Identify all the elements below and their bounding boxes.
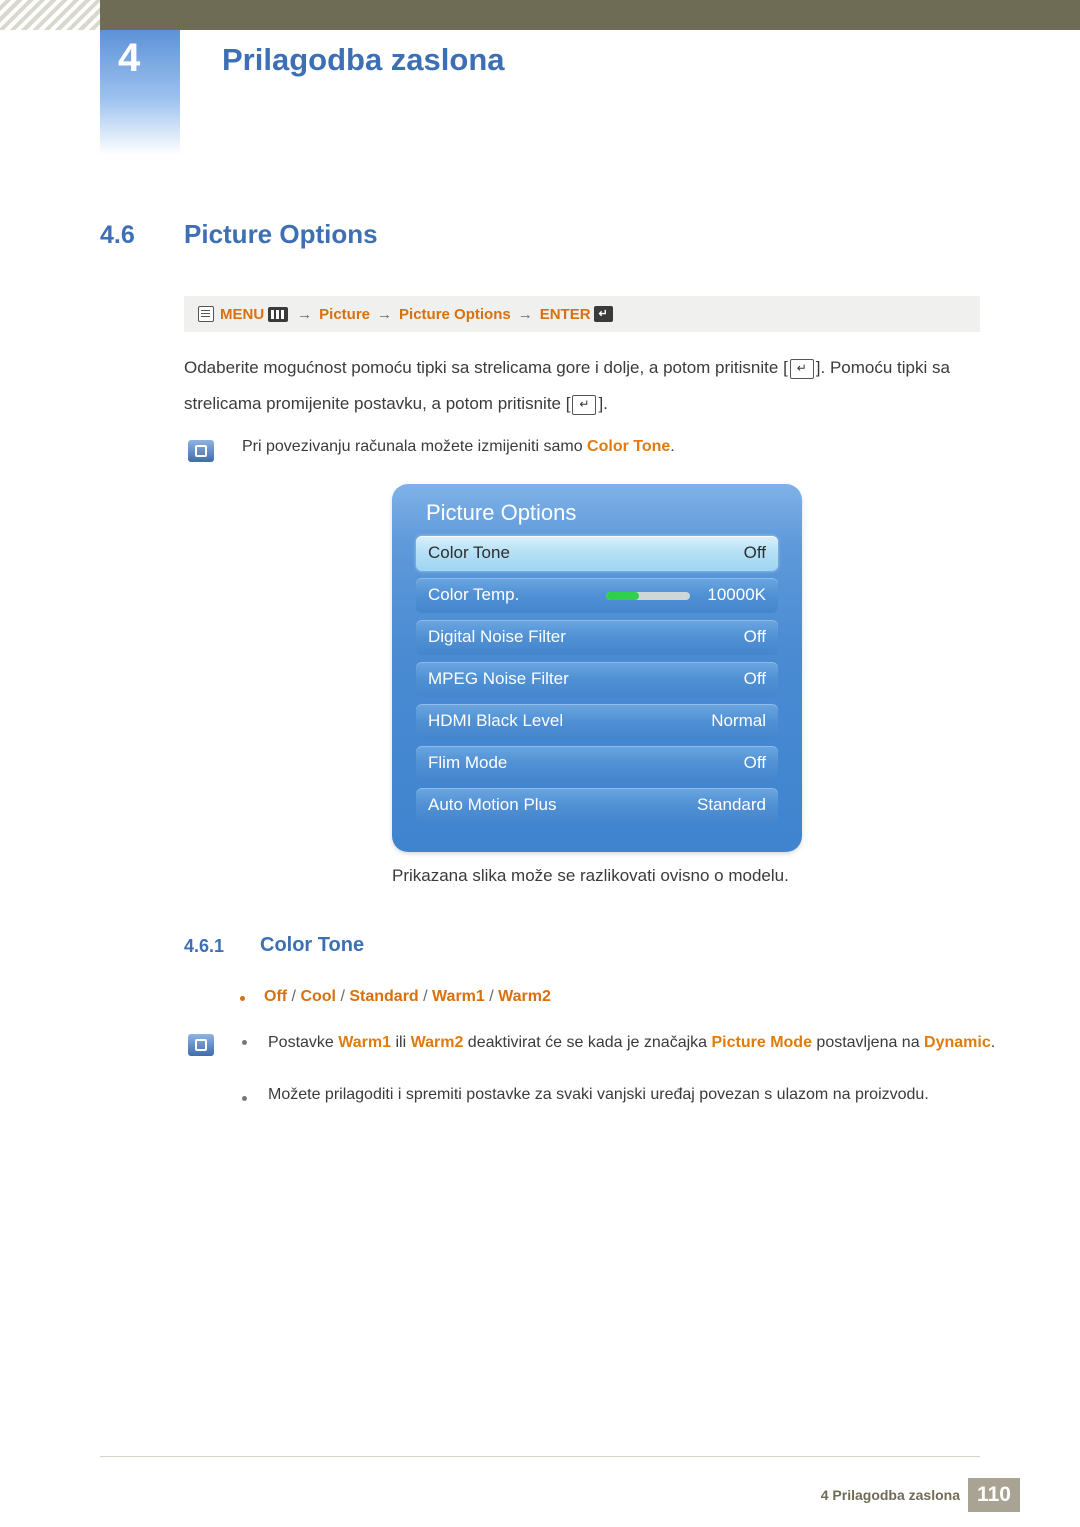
option-separator: / [418, 988, 433, 1005]
enter-key-icon: ↵ [593, 306, 613, 322]
osd-row-color-tone[interactable]: Color Tone Off [416, 536, 778, 571]
note-warm-p5: . [990, 1034, 996, 1051]
chapter-title: Prilagodba zaslona [222, 42, 505, 77]
osd-row-value: Standard [697, 795, 766, 814]
note-warm-p1: Postavke [268, 1034, 339, 1051]
osd-row-label: HDMI Black Level [428, 711, 564, 730]
menu-path-arrow-2: → [377, 305, 393, 323]
option-standard: Standard [349, 988, 419, 1005]
osd-panel-title: Picture Options [426, 500, 577, 525]
osd-row-mpeg-noise-filter[interactable]: MPEG Noise Filter Off [416, 662, 778, 697]
header-band [0, 0, 1080, 30]
osd-row-label: MPEG Noise Filter [428, 669, 569, 688]
color-tone-options-text: Off / Cool / Standard / Warm1 / Warm2 [264, 988, 551, 1006]
note-color-tone-text-before: Pri povezivanju računala možete izmijeni… [242, 438, 588, 455]
option-separator: / [336, 988, 350, 1005]
hand-pointer-icon [198, 306, 214, 322]
enter-key-inline-icon-2: ↵ [572, 394, 597, 415]
option-cool: Cool [300, 988, 336, 1005]
option-warm1: Warm1 [432, 988, 485, 1005]
osd-row-label: Digital Noise Filter [428, 627, 566, 646]
osd-caption: Prikazana slika može se razlikovati ovis… [392, 866, 789, 885]
note-color-tone-text-after: . [670, 438, 675, 455]
option-separator: / [484, 988, 499, 1005]
menu-path-item-picture-options: Picture Options [399, 305, 511, 323]
osd-row-value: Off [743, 753, 766, 772]
note-warm-p4: postavljena na [811, 1034, 925, 1051]
option-separator: / [287, 988, 301, 1005]
footer-divider [100, 1456, 980, 1457]
option-off: Off [264, 988, 288, 1005]
osd-row-value: Normal [711, 711, 766, 730]
osd-row-value: Off [743, 543, 766, 562]
note-icon [188, 1034, 214, 1056]
intro-paragraph-part3: ]. [598, 394, 608, 413]
note-save-settings-text: Možete prilagoditi i spremiti postavke z… [268, 1086, 929, 1103]
note-warm-b4: Dynamic [924, 1034, 991, 1051]
section-number: 4.6 [100, 221, 135, 249]
note-warm-p3: deaktivirat će se kada je značajka [463, 1034, 712, 1051]
osd-row-label: Flim Mode [428, 753, 508, 772]
osd-menu-list: Color Tone Off Color Temp. 10000K Digita… [416, 536, 778, 830]
footer-page-number: 110 [968, 1478, 1020, 1512]
bullet-icon [242, 1096, 247, 1101]
osd-row-value: Off [743, 627, 766, 646]
menu-path-arrow-1: → [297, 305, 313, 323]
osd-row-color-temp[interactable]: Color Temp. 10000K [416, 578, 778, 613]
osd-panel: Picture Options Color Tone Off Color Tem… [392, 484, 802, 852]
intro-paragraph-part1: Odaberite mogućnost pomoću tipki sa stre… [184, 358, 788, 377]
menu-button-icon [268, 306, 289, 322]
note-icon [188, 440, 214, 462]
osd-row-value: 10000K [707, 585, 766, 604]
note-color-tone-highlight: Color Tone [587, 438, 671, 455]
page-header [0, 0, 1080, 30]
bullet-icon [242, 1040, 247, 1045]
menu-path-arrow-3: → [517, 305, 533, 323]
header-hatch-pattern [0, 0, 100, 30]
note-warm-b2: Warm2 [410, 1034, 464, 1051]
footer-chapter-label: 4 Prilagodba zaslona [820, 1487, 960, 1503]
note-warm-b1: Warm1 [338, 1034, 392, 1051]
note-warm-b3: Picture Mode [711, 1034, 812, 1051]
option-warm2: Warm2 [498, 988, 551, 1005]
enter-key-inline-icon-1: ↵ [789, 358, 814, 379]
subsection-title: Color Tone [260, 934, 365, 956]
osd-row-label: Color Tone [428, 543, 510, 562]
osd-row-hdmi-black-level[interactable]: HDMI Black Level Normal [416, 704, 778, 739]
osd-row-label: Auto Motion Plus [428, 795, 557, 814]
chapter-number: 4 [118, 36, 141, 80]
menu-path-bar: MENU → Picture → Picture Options → ENTER… [184, 296, 980, 332]
intro-paragraph: Odaberite mogućnost pomoću tipki sa stre… [184, 350, 1004, 422]
osd-row-auto-motion-plus[interactable]: Auto Motion Plus Standard [416, 788, 778, 823]
osd-row-label: Color Temp. [428, 585, 520, 604]
menu-path-enter-label: ENTER [539, 305, 591, 323]
subsection-number: 4.6.1 [184, 936, 225, 956]
note-warm-settings-text: Postavke Warm1 ili Warm2 deaktivirat će … [268, 1030, 1008, 1056]
note-color-tone-text: Pri povezivanju računala možete izmijeni… [242, 438, 675, 456]
color-temp-slider-fill [606, 592, 639, 600]
menu-path-menu-label: MENU [220, 305, 265, 323]
menu-path-item-picture: Picture [319, 305, 371, 323]
osd-row-value: Off [743, 669, 766, 688]
osd-row-digital-noise-filter[interactable]: Digital Noise Filter Off [416, 620, 778, 655]
osd-row-flim-mode[interactable]: Flim Mode Off [416, 746, 778, 781]
section-title: Picture Options [184, 219, 378, 249]
note-warm-p2: ili [391, 1034, 411, 1051]
color-temp-slider[interactable] [606, 592, 690, 600]
bullet-icon [240, 996, 245, 1001]
